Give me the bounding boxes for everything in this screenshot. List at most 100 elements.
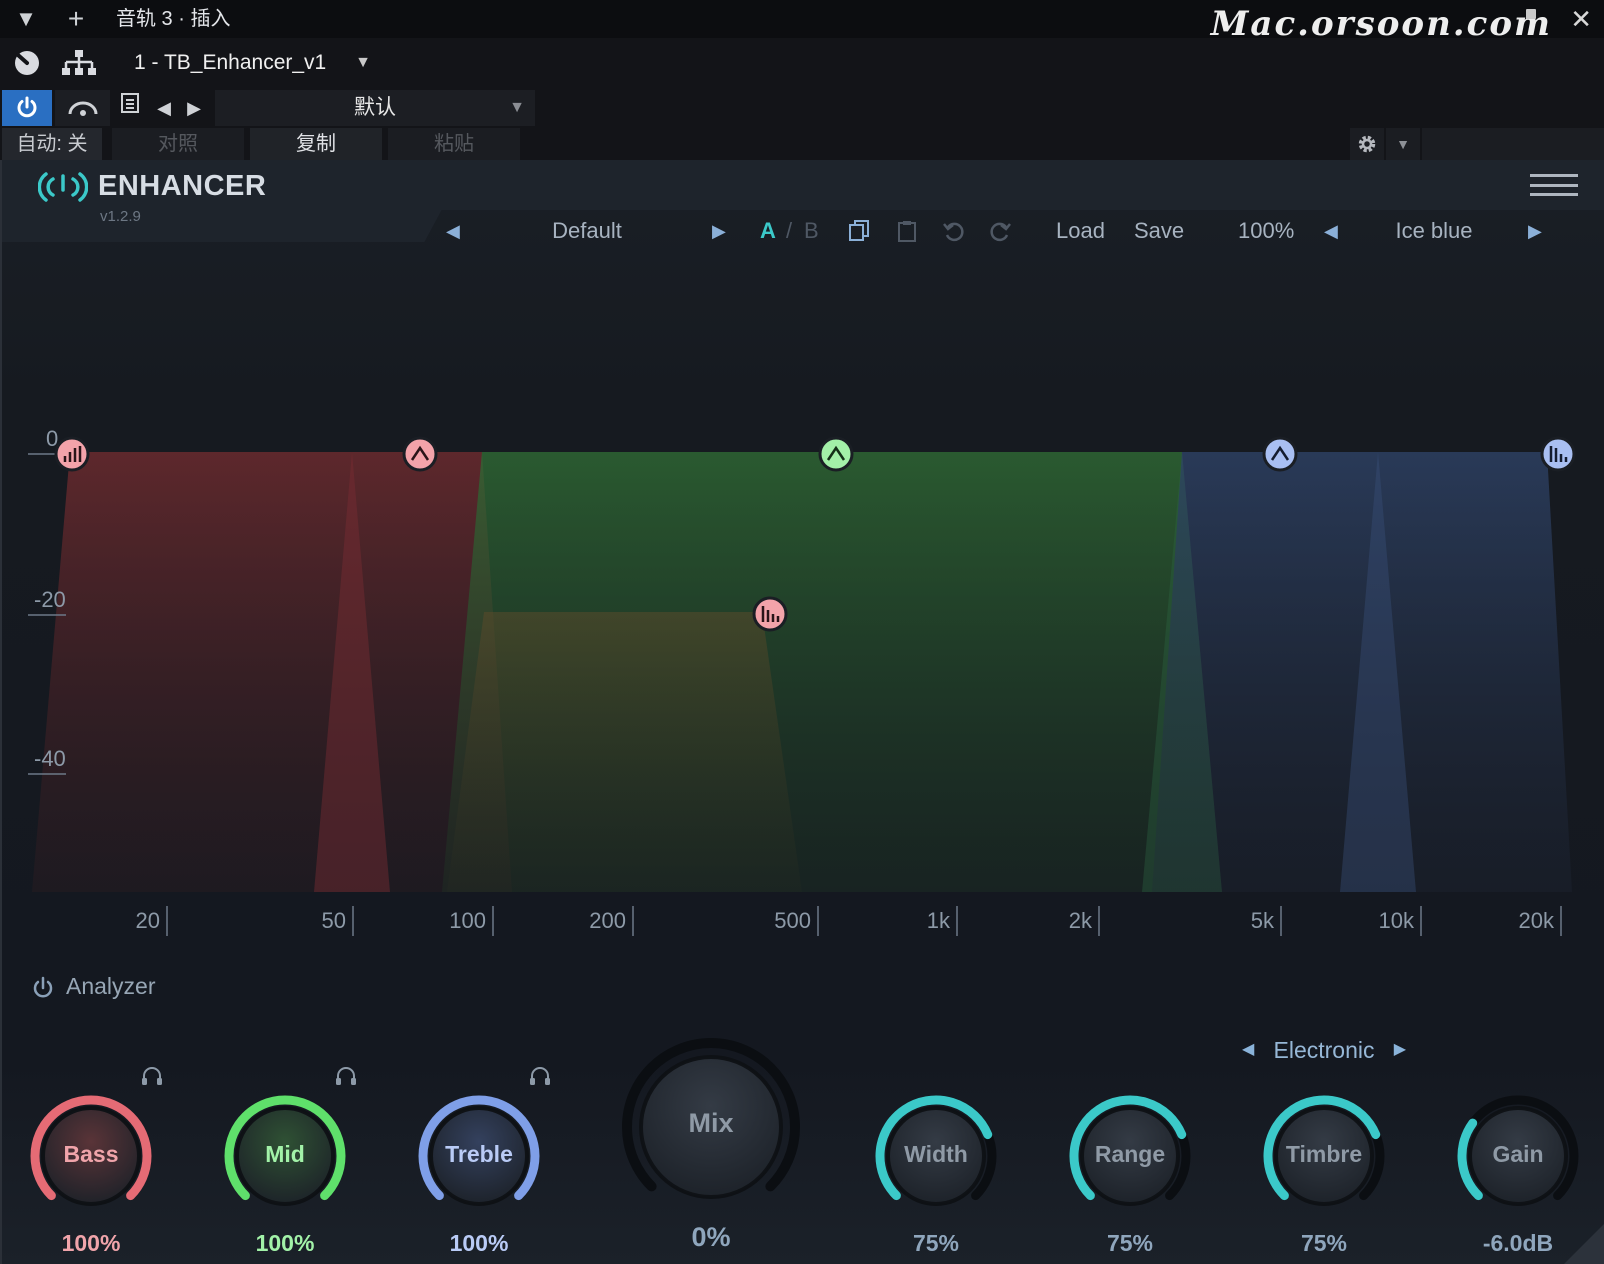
x-label: 2k: [1069, 908, 1093, 933]
daw-plugin-window: ▼ + 音轨 3 · 插入 Mac.orsoon.com ✕ 1 - TB_En…: [0, 0, 1604, 1264]
treble-peak-handle[interactable]: [1262, 436, 1298, 472]
x-label: 50: [322, 908, 346, 933]
treble-highshelf-handle[interactable]: [1540, 436, 1576, 472]
next-preset-arrow-icon[interactable]: ▶: [712, 210, 726, 252]
frequency-graph[interactable]: 0 -20 -40 20 50 100 200 500 1k 2k 5k 10k…: [2, 252, 1604, 952]
sidechain-icon[interactable]: [54, 42, 104, 84]
bass-knob[interactable]: Bass 100%: [29, 1094, 153, 1256]
host-title-bar: ▼ + 音轨 3 · 插入 Mac.orsoon.com ✕: [0, 0, 1604, 44]
knob-value: 75%: [1106, 1230, 1154, 1256]
x-label: 20: [136, 908, 160, 933]
knob-label: Mix: [688, 1108, 734, 1138]
settings-gear-icon[interactable]: [1350, 128, 1384, 160]
mid-peak-handle[interactable]: [818, 436, 854, 472]
timbre-knob[interactable]: Timbre 75%: [1262, 1094, 1386, 1256]
chevron-down-icon: ▼: [509, 99, 525, 116]
host-extra-field: [1422, 128, 1604, 160]
knob-label: Range: [1094, 1141, 1166, 1167]
automation-button[interactable]: 自动: 关: [2, 128, 102, 160]
next-preset-icon[interactable]: ▶: [180, 90, 208, 126]
knob-value: 75%: [912, 1230, 960, 1256]
band-display: 0 -20 -40 20 50 100 200 500 1k 2k 5k 10k…: [28, 426, 1576, 936]
host-slot-bar: 1 - TB_Enhancer_v1 ▼: [0, 38, 1604, 88]
knob-label: Gain: [1492, 1141, 1544, 1167]
monitor-button[interactable]: [55, 90, 110, 126]
ab-a-button[interactable]: A: [760, 210, 776, 252]
x-label: 5k: [1251, 908, 1275, 933]
menu-hamburger-icon[interactable]: [1530, 174, 1578, 196]
mid-lowcut-handle[interactable]: [752, 596, 788, 632]
prev-theme-arrow-icon[interactable]: ◀: [1324, 210, 1338, 252]
analyzer-toggle[interactable]: Analyzer: [32, 968, 155, 1004]
compare-button[interactable]: 对照: [112, 128, 244, 160]
host-power-button[interactable]: [2, 90, 52, 126]
x-label: 20k: [1519, 908, 1555, 933]
power-icon: [17, 96, 37, 118]
mix-knob[interactable]: Mix 0%: [620, 1036, 802, 1252]
preset-list-icon[interactable]: [116, 90, 144, 126]
ab-b-button[interactable]: B: [804, 210, 819, 252]
enhancer-logo-icon: [38, 172, 88, 202]
knob-value: 0%: [691, 1222, 731, 1252]
knob-label: Treble: [445, 1141, 513, 1167]
knob-label: Width: [904, 1141, 968, 1167]
plugin-slot-select[interactable]: 1 - TB_Enhancer_v1 ▼: [120, 38, 385, 88]
pin-icon[interactable]: [1526, 9, 1536, 19]
x-label: 1k: [927, 908, 951, 933]
prev-genre-arrow-icon[interactable]: ◀: [1242, 1032, 1254, 1068]
bass-peak-handle[interactable]: [402, 436, 438, 472]
copy-state-icon[interactable]: [848, 210, 870, 252]
paste-state-icon[interactable]: [896, 210, 918, 252]
save-button[interactable]: Save: [1134, 210, 1184, 252]
genre-selector[interactable]: ◀ Electronic ▶: [1240, 1032, 1408, 1068]
zoom-value[interactable]: 100%: [1238, 210, 1294, 252]
bass-lowshelf-handle[interactable]: [54, 436, 90, 472]
next-theme-arrow-icon[interactable]: ▶: [1528, 210, 1542, 252]
plugin-name: ENHANCER: [98, 170, 267, 202]
bass-band-area: [32, 452, 512, 892]
knob-value: 100%: [255, 1230, 315, 1256]
gain-knob[interactable]: Gain -6.0dB: [1456, 1094, 1580, 1256]
redo-icon[interactable]: [988, 210, 1012, 252]
width-knob[interactable]: Width 75%: [874, 1094, 998, 1256]
prev-preset-arrow-icon[interactable]: ◀: [446, 210, 460, 252]
mid-solo-headphone-icon[interactable]: [334, 1064, 358, 1086]
y-label: -40: [34, 746, 66, 771]
undo-icon[interactable]: [942, 210, 966, 252]
x-label: 200: [589, 908, 626, 933]
mid-knob[interactable]: Mid 100%: [223, 1094, 347, 1256]
x-label: 500: [774, 908, 811, 933]
plugin-slot-label: 1 - TB_Enhancer_v1: [134, 51, 327, 74]
chevron-down-icon[interactable]: ▼: [1386, 128, 1420, 160]
plugin-toolbar: ◀ Default ▶ A / B Load Save 100% ◀ Ice b…: [442, 210, 1604, 252]
treble-solo-headphone-icon[interactable]: [528, 1064, 552, 1086]
routing-icon[interactable]: [2, 42, 52, 84]
theme-name[interactable]: Ice blue: [1372, 210, 1496, 252]
enhancer-plugin: ENHANCER v1.2.9 ◀ Default ▶ A / B Load S…: [0, 160, 1604, 1264]
copy-button[interactable]: 复制: [250, 128, 382, 160]
knob-value: 100%: [61, 1230, 121, 1256]
add-icon[interactable]: +: [58, 0, 94, 38]
bass-solo-headphone-icon[interactable]: [140, 1064, 164, 1086]
knob-value: 75%: [1300, 1230, 1348, 1256]
collapse-triangle-icon[interactable]: ▼: [8, 0, 44, 38]
resize-handle-icon[interactable]: [1564, 1224, 1604, 1264]
plugin-version: v1.2.9: [100, 208, 141, 225]
range-knob[interactable]: Range 75%: [1068, 1094, 1192, 1256]
chevron-down-icon: ▼: [355, 54, 371, 71]
treble-knob[interactable]: Treble 100%: [417, 1094, 541, 1256]
prev-preset-icon[interactable]: ◀: [150, 90, 178, 126]
close-icon[interactable]: ✕: [1570, 0, 1592, 38]
x-axis: 20 50 100 200 500 1k 2k 5k 10k 20k: [136, 906, 1562, 936]
window-title: 音轨 3 · 插入: [116, 8, 231, 30]
next-genre-arrow-icon[interactable]: ▶: [1394, 1032, 1406, 1068]
knob-value: 100%: [449, 1230, 509, 1256]
paste-button[interactable]: 粘贴: [388, 128, 520, 160]
plugin-preset-name[interactable]: Default: [502, 210, 672, 252]
knob-label: Timbre: [1285, 1141, 1363, 1167]
load-button[interactable]: Load: [1056, 210, 1105, 252]
genre-label: Electronic: [1273, 1037, 1375, 1063]
host-preset-select[interactable]: 默认 ▼: [215, 90, 535, 126]
y-label: -20: [34, 587, 66, 612]
host-preset-label: 默认: [354, 96, 396, 119]
